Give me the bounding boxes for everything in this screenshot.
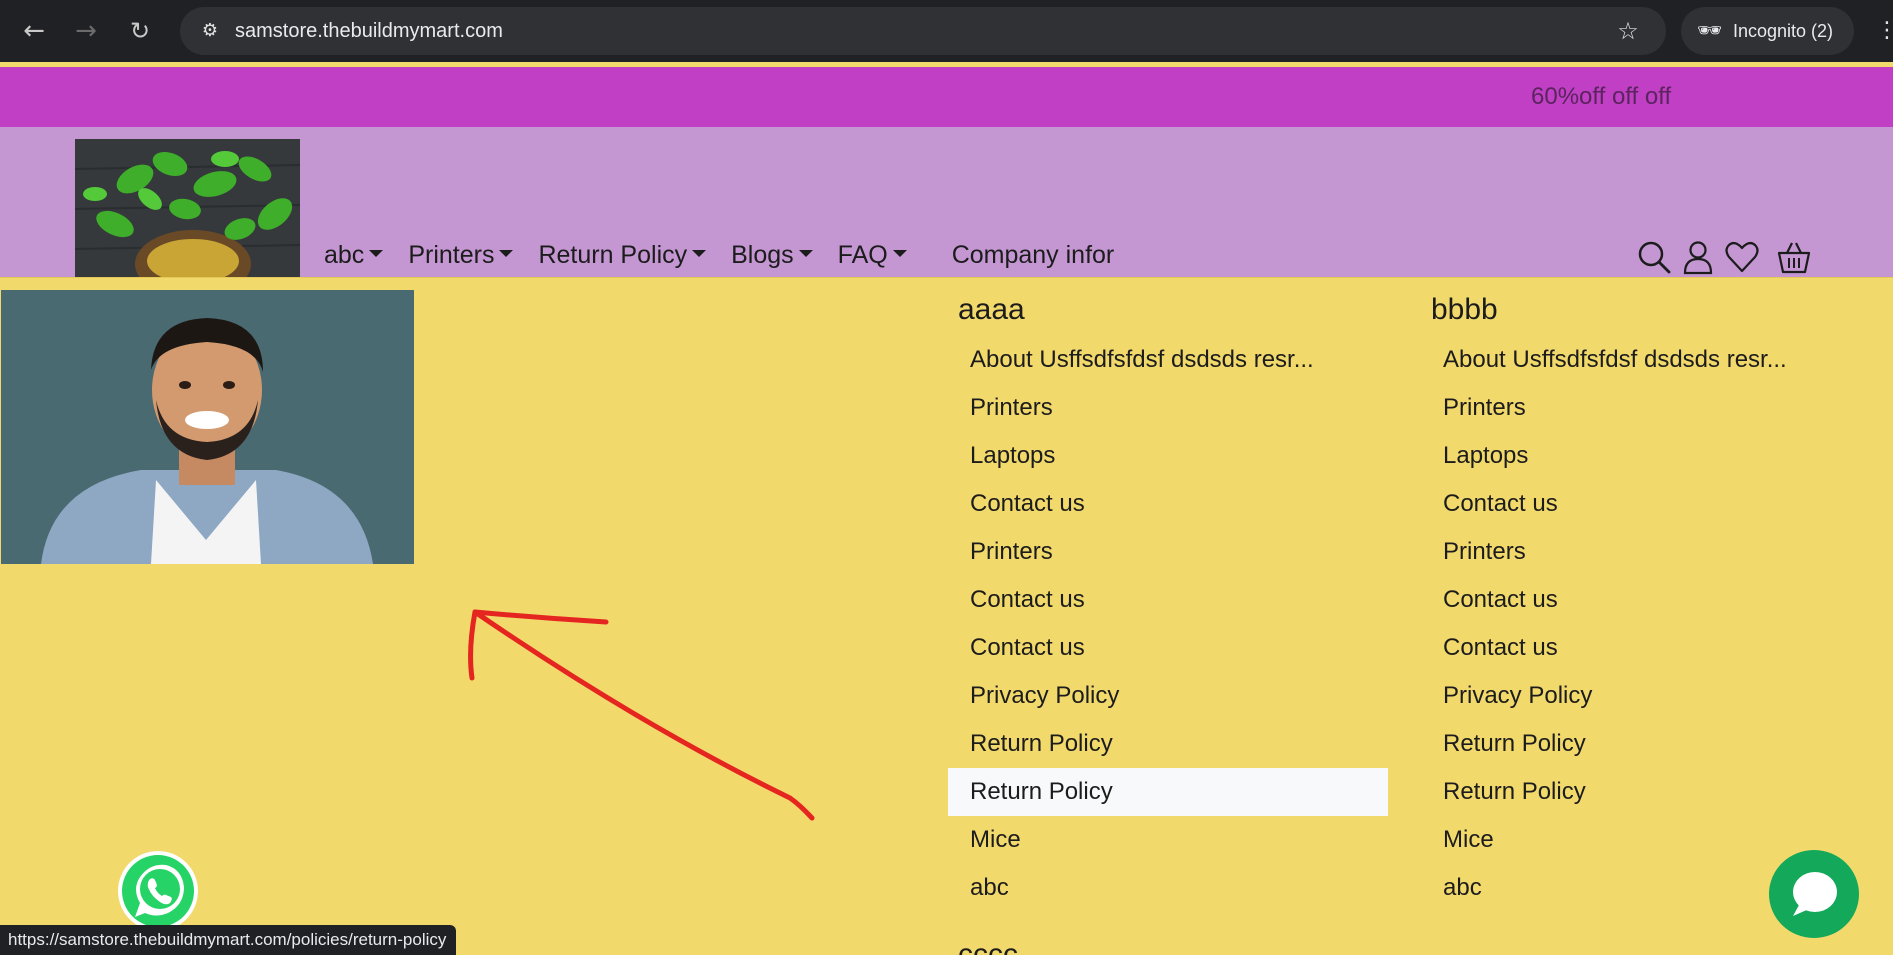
mega-link[interactable]: About Usffsdfsfdsf dsdsds resr... (948, 336, 1388, 384)
nav-item-blogs[interactable]: Blogs (731, 237, 813, 273)
site-logo[interactable] (75, 139, 300, 277)
mega-link[interactable]: Printers (948, 528, 1388, 576)
mega-link-hovered[interactable]: Return Policy (948, 768, 1388, 816)
whatsapp-button[interactable] (118, 851, 198, 931)
mega-column-list: About Usffsdfsfdsf dsdsds resr... Printe… (948, 336, 1388, 912)
basket-icon[interactable] (1776, 239, 1812, 275)
nav-item-abc[interactable]: abc (324, 237, 384, 273)
promo-person-image[interactable] (1, 290, 414, 564)
mega-link[interactable]: Laptops (948, 432, 1388, 480)
mega-link[interactable]: Return Policy (948, 720, 1388, 768)
mega-link[interactable]: Printers (1421, 384, 1861, 432)
back-button[interactable]: ← (16, 13, 52, 49)
mega-column-list: About Usffsdfsfdsf dsdsds resr... Printe… (1421, 336, 1861, 912)
mega-link[interactable]: Contact us (948, 480, 1388, 528)
incognito-label: Incognito (2) (1733, 21, 1834, 41)
main-nav: abc Printers Return Policy Blogs FAQ Com… (324, 237, 1139, 273)
promo-text: 60%off off off (1531, 83, 1672, 110)
mega-column-bbbb: bbbb About Usffsdfsfdsf dsdsds resr... P… (1421, 288, 1861, 912)
heart-icon[interactable] (1724, 239, 1760, 275)
nav-item-company-info[interactable]: Company infor (952, 237, 1115, 273)
bookmark-star-icon[interactable]: ☆ (1612, 15, 1644, 47)
browser-menu-icon[interactable]: ⋮ (1876, 14, 1893, 48)
mega-link[interactable]: Contact us (1421, 480, 1861, 528)
mega-link[interactable]: abc (948, 864, 1388, 912)
mega-column-title: aaaa (958, 293, 1025, 326)
caret-down-icon (692, 249, 707, 257)
caret-down-icon (798, 249, 813, 257)
caret-down-icon (892, 249, 907, 257)
site-info-icon[interactable]: ⚙ (196, 17, 224, 45)
caret-down-icon (499, 249, 514, 257)
whatsapp-icon (122, 855, 194, 927)
mega-link[interactable]: Contact us (1421, 576, 1861, 624)
caret-down-icon (369, 249, 384, 257)
mega-link[interactable]: Return Policy (1421, 720, 1861, 768)
url-text[interactable]: samstore.thebuildmymart.com (235, 7, 503, 55)
chat-button[interactable] (1769, 850, 1859, 938)
nav-item-printers[interactable]: Printers (408, 237, 514, 273)
forward-button[interactable]: → (68, 13, 104, 49)
mega-column-title: bbbb (1431, 293, 1498, 326)
mega-link[interactable]: Laptops (1421, 432, 1861, 480)
mega-link[interactable]: Contact us (948, 624, 1388, 672)
mega-link[interactable]: Contact us (1421, 624, 1861, 672)
mega-link[interactable]: Return Policy (1421, 768, 1861, 816)
mega-link[interactable]: Mice (948, 816, 1388, 864)
mega-link[interactable]: Printers (948, 384, 1388, 432)
nav-item-faq[interactable]: FAQ (838, 237, 907, 273)
mega-column-title-partial: cccc (958, 938, 1018, 955)
user-icon[interactable] (1680, 239, 1716, 275)
incognito-icon: 🕶 (1697, 20, 1723, 42)
nav-item-return-policy[interactable]: Return Policy (538, 237, 707, 273)
mega-menu-dropdown: aaaa About Usffsdfsfdsf dsdsds resr... P… (0, 277, 1893, 955)
mega-link[interactable]: About Usffsdfsfdsf dsdsds resr... (1421, 336, 1861, 384)
mega-link[interactable]: Privacy Policy (1421, 672, 1861, 720)
address-bar[interactable]: ⚙ samstore.thebuildmymart.com ☆ (180, 7, 1666, 55)
annotation-arrow (468, 609, 815, 821)
site-header: abc Printers Return Policy Blogs FAQ Com… (0, 127, 1893, 277)
mega-column-aaaa: aaaa About Usffsdfsfdsf dsdsds resr... P… (948, 288, 1388, 912)
reload-button[interactable]: ↻ (122, 13, 158, 49)
browser-toolbar: ← → ↻ ⚙ samstore.thebuildmymart.com ☆ 🕶 … (0, 0, 1893, 62)
link-status-bar: https://samstore.thebuildmymart.com/poli… (0, 925, 457, 955)
mega-link[interactable]: Privacy Policy (948, 672, 1388, 720)
incognito-button[interactable]: 🕶 Incognito (2) (1681, 7, 1854, 55)
search-icon[interactable] (1636, 239, 1672, 275)
mega-link[interactable]: Printers (1421, 528, 1861, 576)
promo-bar: 60%off off off (0, 67, 1893, 127)
chat-bubble-icon (1793, 872, 1837, 916)
mega-link[interactable]: Contact us (948, 576, 1388, 624)
